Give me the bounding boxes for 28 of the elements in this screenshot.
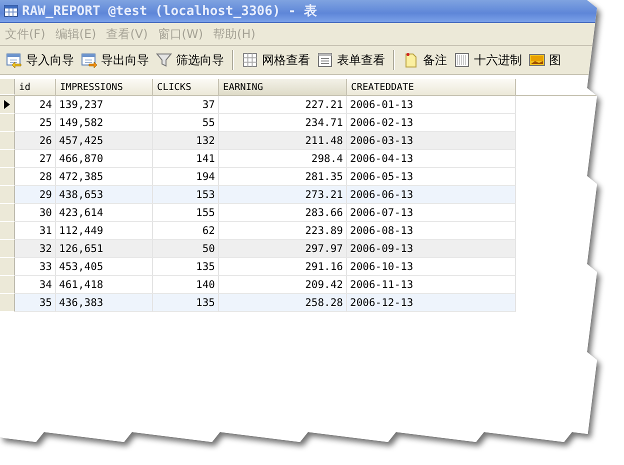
toolbar-button[interactable]: 网格查看	[240, 50, 312, 70]
window-title: RAW_REPORT @test (localhost_3306) - 表	[22, 3, 317, 20]
column-header[interactable]: id	[15, 79, 56, 95]
column-header[interactable]: CLICKS	[153, 79, 219, 95]
toolbar-button[interactable]: 导入向导	[4, 50, 76, 70]
current-row-icon	[4, 100, 10, 109]
table-cell: 258.28	[219, 294, 347, 312]
row-header[interactable]	[0, 96, 15, 114]
hex-grid-icon	[454, 52, 470, 68]
table-cell: 35	[15, 294, 56, 312]
toolbar-button[interactable]: 十六进制	[452, 50, 524, 70]
toolbar-button[interactable]: 备注	[401, 50, 449, 70]
column-header[interactable]: CREATEDDATE	[347, 79, 516, 95]
toolbar-button[interactable]: 图	[527, 50, 563, 70]
note-icon	[403, 52, 419, 68]
toolbar-button[interactable]: 筛选向导	[154, 50, 226, 70]
table-icon	[4, 5, 18, 17]
toolbar-button[interactable]: 表单查看	[315, 50, 387, 70]
table-cell: 2006-12-13	[347, 294, 516, 312]
funnel-icon	[156, 52, 172, 68]
column-header[interactable]: IMPRESSIONS	[56, 79, 153, 95]
grid-icon	[242, 52, 258, 68]
table-cell: 436,383	[56, 294, 153, 312]
form-icon	[317, 52, 333, 68]
column-header[interactable]: EARNING	[219, 79, 347, 95]
image-icon	[529, 52, 545, 68]
toolbar-button[interactable]: 导出向导	[79, 50, 151, 70]
table-cell: 135	[153, 294, 219, 312]
